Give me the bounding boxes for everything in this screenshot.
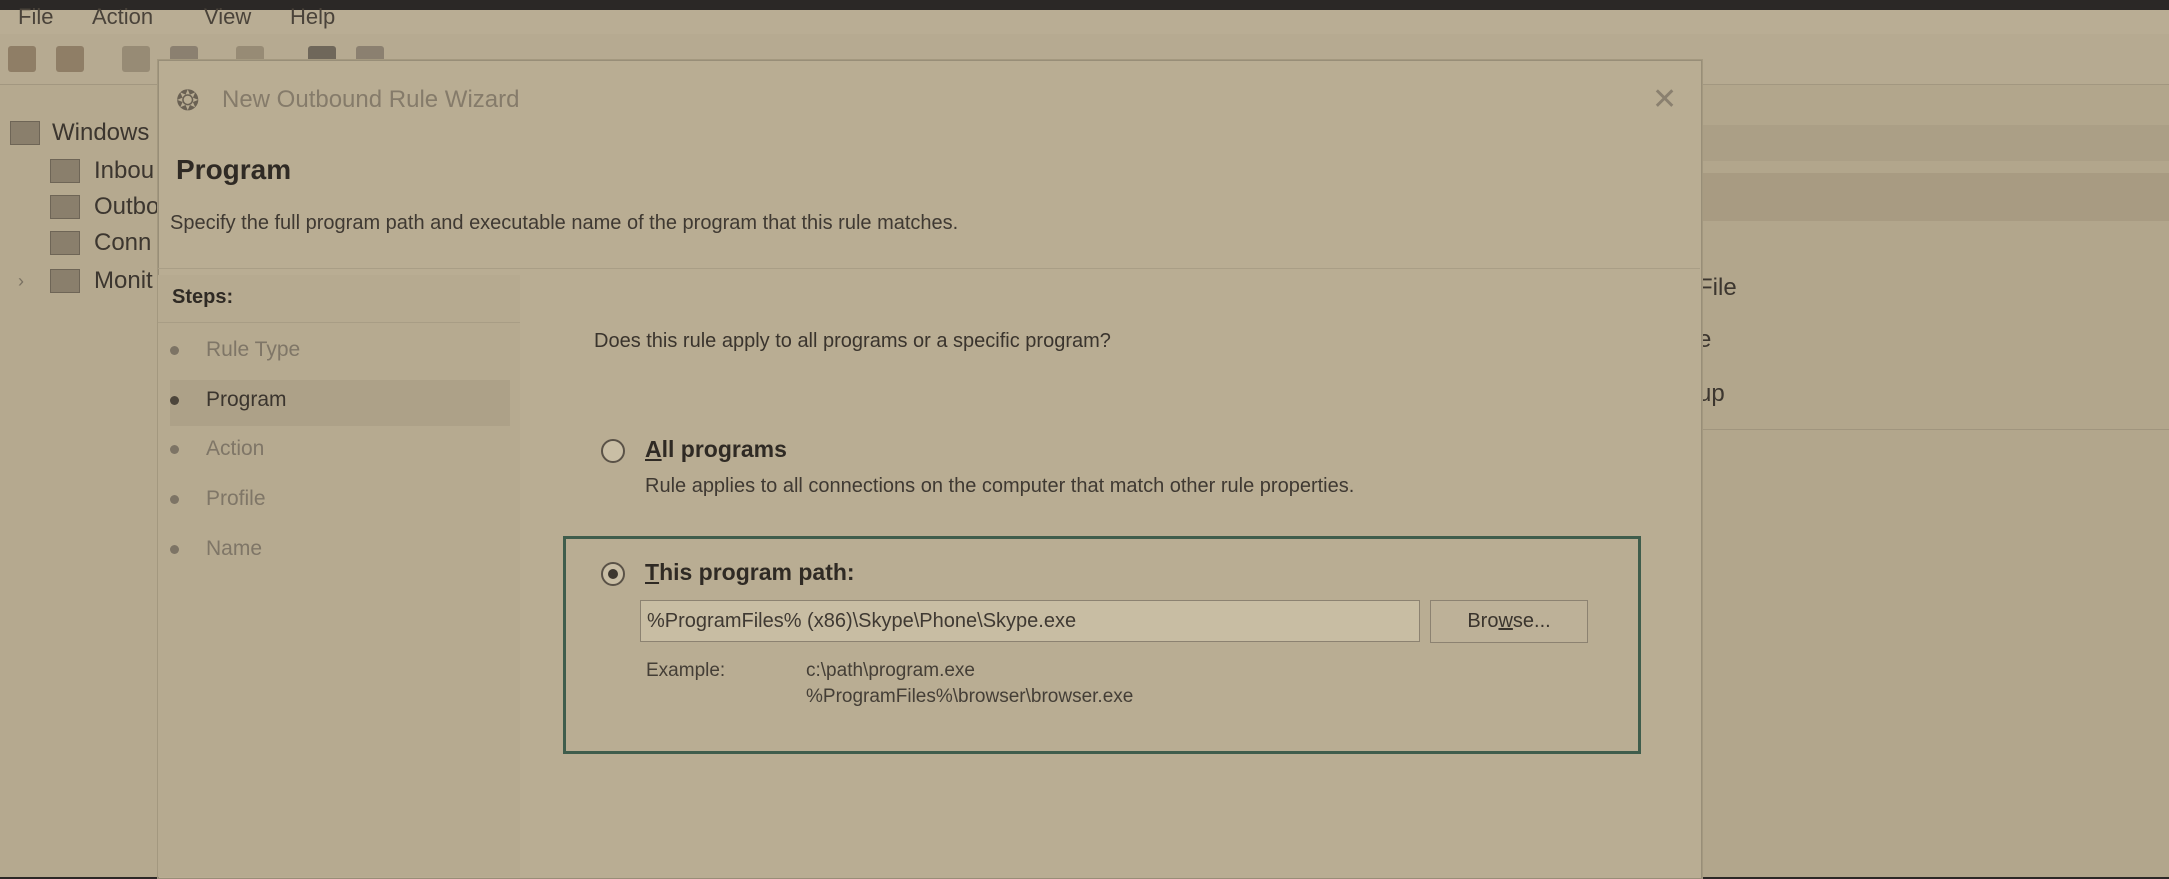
actions-pane [1700, 85, 2169, 877]
example-label: Example: [646, 660, 726, 681]
inbound-rules-icon [50, 159, 80, 183]
step-bullet-icon [170, 396, 179, 405]
back-icon[interactable] [8, 46, 36, 72]
step-bullet-icon [170, 346, 179, 355]
firewall-icon [10, 121, 40, 145]
action-item-fragment[interactable]: up [1698, 380, 1725, 408]
header-divider [158, 268, 1700, 269]
program-path-input[interactable] [640, 600, 1420, 642]
question-text: Does this rule apply to all programs or … [594, 330, 1111, 352]
step-label: Name [206, 537, 263, 560]
action-item-fragment[interactable]: File [1698, 274, 1737, 302]
menu-action[interactable]: Action [92, 4, 153, 30]
tree-item-monitoring[interactable]: Monit [94, 267, 153, 295]
example-path: %ProgramFiles%\browser\browser.exe [806, 686, 1134, 707]
step-name[interactable]: Name [170, 529, 510, 575]
up-folder-icon[interactable] [122, 46, 150, 72]
connection-rules-icon [50, 231, 80, 255]
all-programs-label[interactable]: All programs [645, 436, 787, 463]
menu-help[interactable]: Help [290, 4, 335, 30]
browse-button[interactable]: Browse... [1430, 600, 1588, 643]
menu-file[interactable]: File [18, 4, 53, 30]
step-bullet-icon [170, 545, 179, 554]
console-tree: Windows Inbou Outbo Conn › Monit [0, 85, 175, 877]
close-button[interactable]: ✕ [1652, 82, 1677, 117]
firewall-rule-icon: ❂ [176, 85, 200, 116]
menu-view[interactable]: View [204, 4, 251, 30]
tree-item-outbound[interactable]: Outbo [94, 193, 159, 221]
menu-bar: File Action View Help [0, 4, 2169, 35]
step-label: Action [206, 437, 265, 460]
all-programs-description: Rule applies to all connections on the c… [645, 475, 1355, 497]
dialog-title: New Outbound Rule Wizard [222, 86, 520, 113]
steps-label: Steps: [172, 286, 234, 308]
outbound-rules-icon [50, 195, 80, 219]
tree-item-root[interactable]: Windows [52, 119, 149, 147]
program-path-label[interactable]: This program path: [645, 559, 855, 586]
example-path: c:\path\program.exe [806, 660, 975, 681]
monitoring-icon [50, 269, 80, 293]
steps-divider [158, 322, 520, 323]
expand-chevron-icon[interactable]: › [18, 271, 24, 292]
step-profile[interactable]: Profile [170, 479, 510, 525]
forward-icon[interactable] [56, 46, 84, 72]
page-title: Program [176, 154, 292, 185]
step-action[interactable]: Action [170, 429, 510, 475]
step-bullet-icon [170, 495, 179, 504]
tree-item-connection[interactable]: Conn [94, 229, 151, 257]
all-programs-radio[interactable] [601, 439, 625, 463]
step-program[interactable]: Program [170, 380, 510, 426]
step-label: Program [206, 388, 287, 411]
step-bullet-icon [170, 445, 179, 454]
step-label: Rule Type [206, 338, 301, 361]
step-label: Profile [206, 487, 266, 510]
page-description: Specify the full program path and execut… [170, 212, 959, 234]
program-path-radio[interactable] [601, 562, 625, 586]
tree-item-inbound[interactable]: Inbou [94, 157, 154, 185]
step-rule-type[interactable]: Rule Type [170, 330, 510, 376]
